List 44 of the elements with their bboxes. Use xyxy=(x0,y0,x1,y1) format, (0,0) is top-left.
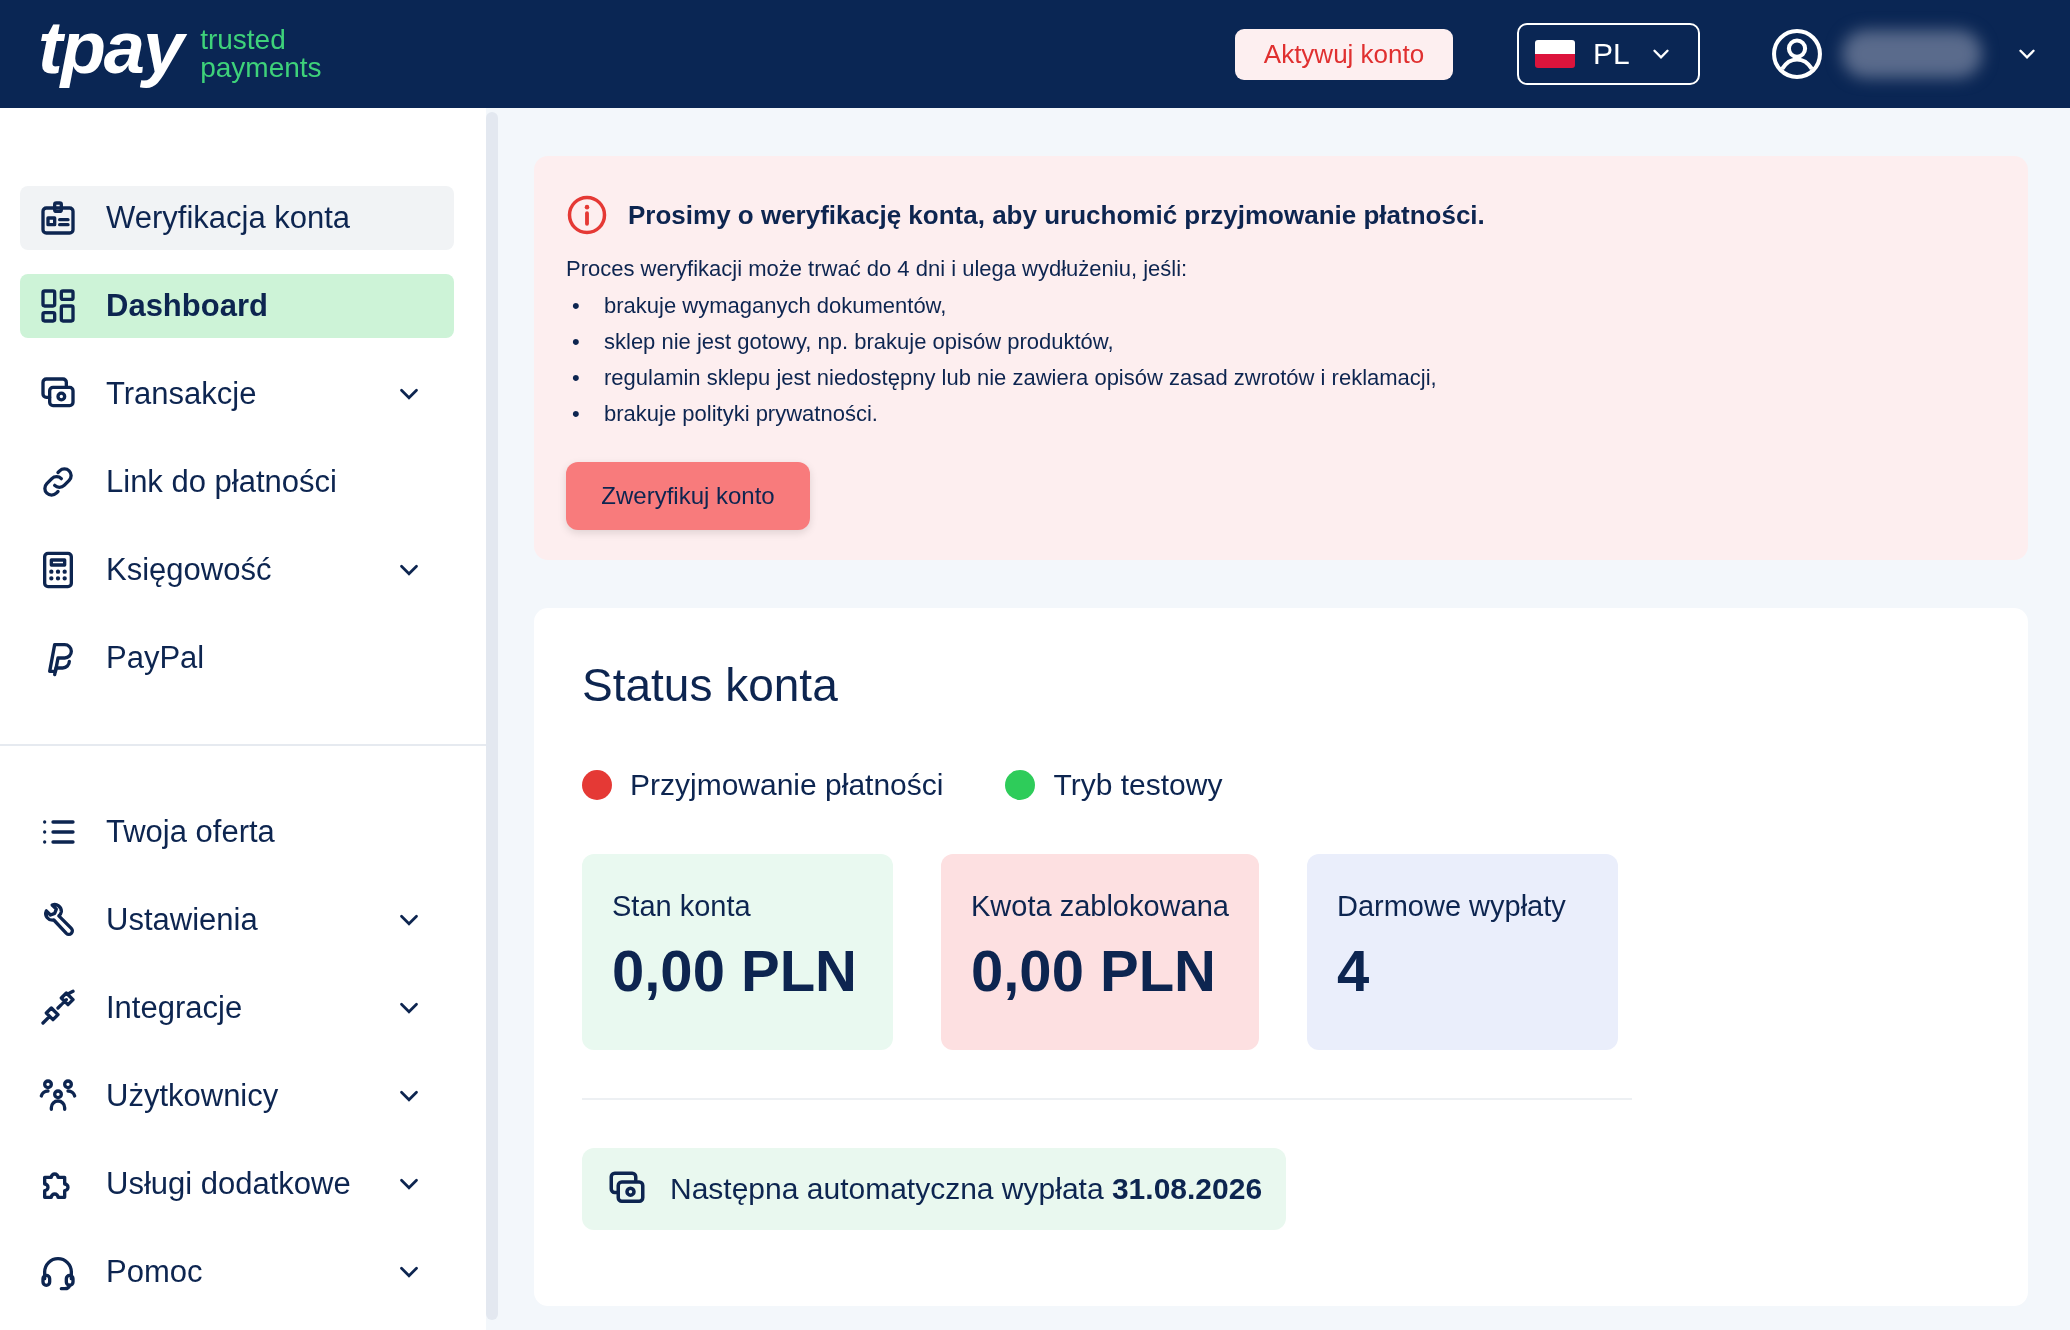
sidebar-item[interactable]: Twoja oferta xyxy=(20,800,454,864)
alert-bullet: brakuje wymaganych dokumentów, xyxy=(604,292,947,320)
logo-tagline: payments xyxy=(200,54,322,82)
bullet-marker: • xyxy=(571,292,581,320)
status-title: Status konta xyxy=(582,658,839,712)
sidebar-item[interactable]: Transakcje xyxy=(20,362,454,426)
tile-value: 4 xyxy=(1336,937,1371,1004)
tile-value: 0,00 PLN xyxy=(612,937,858,1004)
alert-bullet: brakuje polityki prywatności. xyxy=(604,400,878,428)
activate-account-button[interactable]: Aktywuj konto xyxy=(1235,28,1453,80)
bullet-marker: • xyxy=(571,328,581,356)
alert-bullet: sklep nie jest gotowy, np. brakuje opisów produktów, xyxy=(604,328,1114,356)
alert-bullet: regulamin sklepu jest niedostępny lub nie zawiera opisów zasad zwrotów i reklamacji, xyxy=(604,364,1437,392)
tile-value: 0,00 PLN xyxy=(971,937,1217,1004)
sidebar-item[interactable]: Usługi dodatkowe xyxy=(20,1152,454,1216)
payout-text: Następna automatyczna wypłata 31.08.2026 xyxy=(670,1172,1263,1206)
tile-label: Stan konta xyxy=(612,890,752,923)
sidebar-item[interactable]: Pomoc xyxy=(20,1240,454,1304)
alert-title: Prosimy o weryfikację konta, aby uruchomić przyjmowanie płatności. xyxy=(628,199,1485,231)
user-avatar-icon[interactable] xyxy=(1770,27,1824,81)
sidebar-item[interactable]: Użytkownicy xyxy=(20,1064,454,1128)
sidebar-item[interactable]: Link do płatności xyxy=(20,450,454,514)
sidebar-item[interactable]: Integracje xyxy=(20,976,454,1040)
sidebar-item[interactable]: Weryfikacja konta xyxy=(20,186,454,250)
status-label: Tryb testowy xyxy=(1053,768,1223,802)
logo-tagline: trusted xyxy=(200,26,287,54)
tile-label: Darmowe wypłaty xyxy=(1336,890,1567,923)
scrollbar[interactable] xyxy=(486,112,498,1320)
badge-icon xyxy=(38,198,78,238)
bullet-marker: • xyxy=(571,364,581,392)
sidebar-item[interactable]: Księgowość xyxy=(20,538,454,602)
sidebar-item[interactable]: Ustawienia xyxy=(20,888,454,952)
status-label: Przyjmowanie płatności xyxy=(630,768,944,802)
plug-icon xyxy=(38,988,78,1028)
alert-text: Proces weryfikacji może trwać do 4 dni i ulega wydłużeniu, jeśli: xyxy=(566,256,1189,282)
tile-label: Kwota zablokowana xyxy=(971,890,1229,923)
verify-account-button[interactable]: Zweryfikuj konto xyxy=(566,462,810,530)
dashboard-icon xyxy=(38,286,78,326)
bullet-marker: • xyxy=(571,400,581,428)
flag-icon xyxy=(1535,40,1575,68)
sidebar-item[interactable]: PayPal xyxy=(20,626,454,690)
info-icon xyxy=(566,194,608,236)
sidebar-item[interactable]: Dashboard xyxy=(20,274,454,338)
language-selector[interactable]: PL xyxy=(1517,23,1700,85)
